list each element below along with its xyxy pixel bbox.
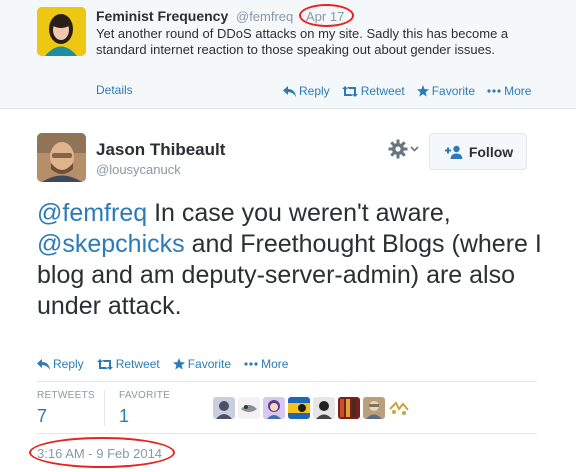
parent-retweet-button[interactable]: Retweet (341, 84, 405, 98)
parent-favorite-button[interactable]: Favorite (416, 84, 476, 98)
stats-divider-top (37, 381, 537, 382)
parent-reply-button[interactable]: Reply (283, 84, 330, 98)
favorites-count: 1 (119, 406, 130, 426)
timestamp-highlight-circle (29, 437, 175, 468)
details-link[interactable]: Details (96, 83, 133, 97)
parent-more-button[interactable]: More (487, 84, 531, 98)
user-avatar[interactable] (263, 397, 285, 419)
date-highlight-circle (299, 4, 354, 27)
retweet-icon (341, 85, 358, 97)
user-avatar[interactable] (363, 397, 385, 419)
follow-icon (444, 145, 463, 159)
favorite-label: Favorite (431, 84, 476, 98)
user-avatar[interactable] (238, 397, 260, 419)
tweet-actions: Reply Retweet Favorite More (37, 357, 288, 371)
more-icon (487, 89, 501, 93)
retweet-label: Retweet (115, 357, 160, 371)
parent-tweet[interactable]: Feminist Frequency @femfreq Apr 17 Yet a… (0, 0, 576, 109)
favorite-button[interactable]: Favorite (172, 357, 232, 371)
reply-label: Reply (299, 84, 330, 98)
parent-author-name[interactable]: Feminist Frequency (96, 8, 228, 24)
retweet-button[interactable]: Retweet (96, 357, 160, 371)
user-avatar[interactable] (288, 397, 310, 419)
stats-separator (104, 390, 105, 426)
mention-link[interactable]: @skepchicks (37, 230, 185, 258)
retweet-icon (96, 358, 113, 370)
retweets-stat[interactable]: RETWEETS 7 (37, 390, 95, 427)
tweet-text: @femfreq In case you weren't aware, @ske… (37, 198, 557, 322)
author-name[interactable]: Jason Thibeault (96, 140, 225, 160)
user-actions-dropdown[interactable] (388, 139, 419, 159)
favorite-label: Favorite (187, 357, 232, 371)
user-avatar[interactable] (313, 397, 335, 419)
follow-button[interactable]: Follow (429, 133, 527, 170)
parent-avatar[interactable] (37, 7, 86, 56)
tweet-text-segment: In case you weren't aware, (147, 199, 451, 227)
more-icon (244, 362, 258, 366)
reply-icon (37, 358, 50, 370)
mention-link[interactable]: @femfreq (37, 199, 147, 227)
retweets-count: 7 (37, 406, 48, 426)
chevron-down-icon (410, 146, 419, 152)
more-label: More (504, 84, 532, 98)
favorite-icon (172, 358, 185, 370)
reply-button[interactable]: Reply (37, 357, 84, 371)
parent-tweet-text: Yet another round of DDoS attacks on my … (96, 26, 509, 57)
retweets-label: RETWEETS (37, 390, 95, 401)
author-avatar[interactable] (37, 133, 86, 182)
favorites-label: FAVORITE (119, 390, 171, 401)
user-avatar[interactable] (338, 397, 360, 419)
parent-tweet-actions: Reply Retweet Favorite More (283, 84, 531, 98)
gear-icon (388, 139, 408, 159)
reply-icon (283, 85, 296, 97)
stats-divider-bottom (37, 433, 537, 434)
retweet-label: Retweet (360, 84, 405, 98)
more-label: More (261, 357, 289, 371)
user-avatar[interactable] (388, 397, 410, 419)
more-button[interactable]: More (244, 357, 288, 371)
user-avatar[interactable] (213, 397, 235, 419)
author-handle[interactable]: @lousycanuck (96, 162, 181, 177)
follow-label: Follow (468, 143, 514, 160)
parent-author-handle[interactable]: @femfreq (236, 9, 293, 24)
reply-label: Reply (53, 357, 84, 371)
engagement-avatars (213, 397, 410, 419)
favorite-icon (416, 85, 429, 97)
favorites-stat[interactable]: FAVORITE 1 (119, 390, 170, 427)
